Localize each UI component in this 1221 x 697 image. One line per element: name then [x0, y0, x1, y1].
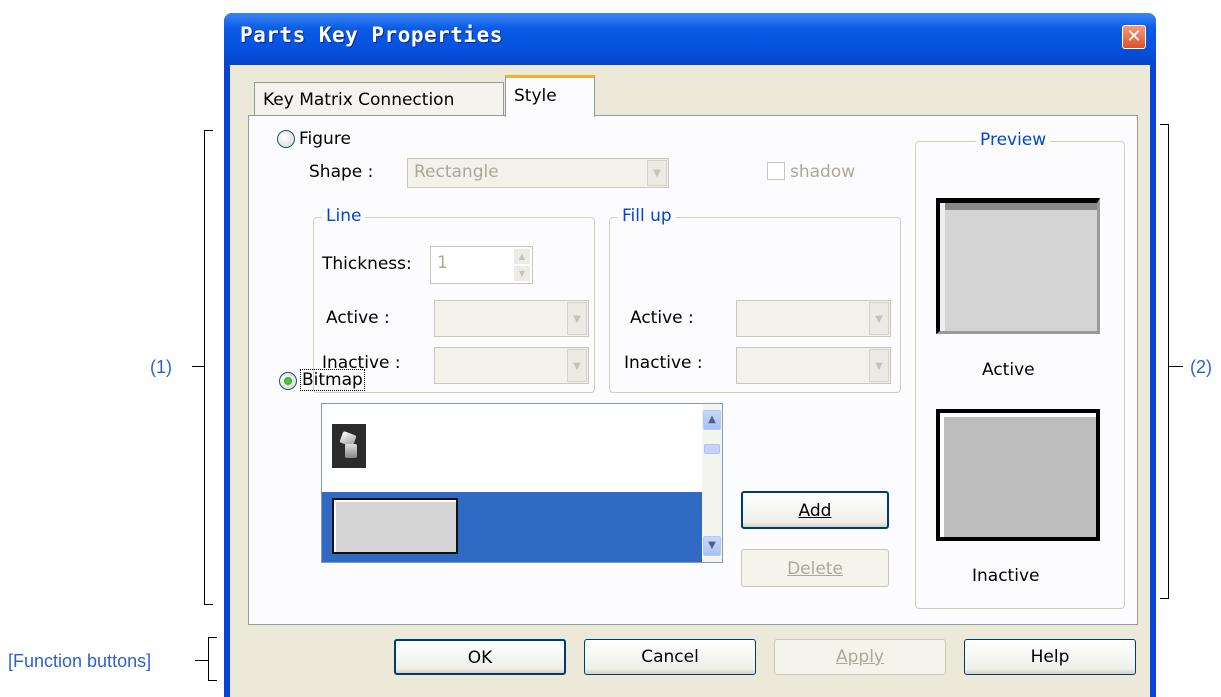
style-tab-panel: Figure Shape : Rectangle ▼ shadow Line T… — [248, 115, 1138, 625]
ok-button-label: OK — [467, 648, 493, 668]
figure-label: Figure — [299, 129, 351, 149]
rectangle-bitmap-icon — [332, 498, 458, 554]
cancel-button-label: Cancel — [641, 647, 699, 667]
bracket-area-1 — [204, 130, 213, 605]
title-bar[interactable]: Parts Key Properties ✕ — [224, 13, 1156, 65]
preview-inactive-shape — [936, 409, 1100, 541]
list-scrollbar[interactable]: ▲ ▼ — [702, 404, 722, 562]
add-button[interactable]: Add — [741, 491, 889, 529]
delete-button[interactable]: Delete — [741, 549, 889, 587]
shadow-checkbox[interactable] — [767, 162, 785, 180]
annotation-area-1: (1) — [150, 357, 172, 377]
delete-button-label: Delete — [787, 559, 843, 579]
shadow-label: shadow — [790, 162, 856, 182]
list-item-selected[interactable] — [322, 492, 702, 562]
chevron-down-icon: ▼ — [869, 349, 889, 382]
chevron-down-icon: ▼ — [567, 349, 587, 382]
ok-button[interactable]: OK — [394, 639, 566, 675]
chevron-down-icon: ▼ — [567, 302, 587, 335]
chevron-up-icon: ▲ — [708, 414, 716, 425]
thickness-label: Thickness: — [322, 254, 412, 274]
apply-button-label: Apply — [836, 647, 884, 667]
key-bitmap-icon — [332, 424, 366, 468]
scroll-down-button[interactable]: ▼ — [703, 536, 721, 556]
help-button[interactable]: Help — [964, 639, 1136, 675]
tab-style[interactable]: Style — [505, 75, 595, 117]
bracket-function-buttons-tick — [195, 660, 208, 661]
scroll-thumb[interactable] — [704, 444, 720, 454]
scroll-up-button[interactable]: ▲ — [703, 410, 721, 430]
preview-active-shape — [936, 198, 1100, 334]
close-icon: ✕ — [1126, 26, 1142, 47]
bitmap-label: Bitmap — [300, 369, 365, 391]
close-button[interactable]: ✕ — [1122, 25, 1146, 49]
dialog-client-area: Key Matrix Connection Style Figure Shape… — [230, 65, 1150, 697]
line-active-select[interactable]: ▼ — [434, 300, 589, 337]
apply-button[interactable]: Apply — [774, 639, 946, 675]
bracket-area-2-tick — [1169, 366, 1183, 367]
fill-up-group-title: Fill up — [618, 206, 676, 226]
line-inactive-select[interactable]: ▼ — [434, 347, 589, 384]
bitmap-radio[interactable] — [279, 372, 297, 390]
annotation-function-buttons: [Function buttons] — [8, 651, 152, 671]
bitmap-list[interactable]: ▲ ▼ — [321, 403, 723, 563]
fill-active-label: Active : — [630, 308, 694, 328]
line-active-label: Active : — [326, 308, 390, 328]
bracket-area-1-tick — [192, 366, 204, 367]
preview-inactive-label: Inactive — [972, 566, 1040, 586]
window-title: Parts Key Properties — [240, 23, 503, 47]
parts-key-properties-dialog: Parts Key Properties ✕ Key Matrix Connec… — [224, 13, 1156, 697]
spinner-down-icon[interactable]: ▼ — [514, 266, 530, 281]
thickness-value: 1 — [437, 253, 448, 273]
annotation-area-2: (2) — [1190, 357, 1212, 377]
bracket-area-2 — [1160, 124, 1169, 599]
bracket-function-buttons — [208, 637, 217, 681]
shape-select[interactable]: Rectangle ▼ — [407, 158, 669, 188]
cancel-button[interactable]: Cancel — [584, 639, 756, 675]
chevron-down-icon: ▼ — [869, 302, 889, 335]
line-group: Line Thickness: 1 ▲ ▼ Active : ▼ Inactiv… — [313, 206, 595, 393]
add-button-label: Add — [798, 501, 832, 521]
chevron-down-icon: ▼ — [708, 540, 716, 551]
help-button-label: Help — [1030, 647, 1070, 667]
chevron-down-icon: ▼ — [647, 160, 667, 186]
fill-inactive-select[interactable]: ▼ — [736, 347, 891, 384]
figure-radio[interactable] — [277, 130, 295, 148]
fill-active-select[interactable]: ▼ — [736, 300, 891, 337]
spinner-up-icon[interactable]: ▲ — [514, 249, 530, 264]
preview-active-label: Active — [982, 360, 1035, 380]
shape-label: Shape : — [309, 162, 374, 182]
list-item[interactable] — [322, 404, 702, 488]
fill-inactive-label: Inactive : — [624, 353, 703, 373]
thickness-spinner[interactable]: 1 ▲ ▼ — [430, 246, 533, 284]
preview-group: Preview Active Inactive — [915, 130, 1125, 609]
line-group-title: Line — [322, 206, 366, 226]
preview-group-title: Preview — [976, 130, 1051, 150]
fill-up-group: Fill up Active : ▼ Inactive : ▼ — [609, 206, 901, 393]
shape-select-value: Rectangle — [414, 162, 499, 182]
tab-key-matrix-connection[interactable]: Key Matrix Connection — [254, 82, 504, 116]
